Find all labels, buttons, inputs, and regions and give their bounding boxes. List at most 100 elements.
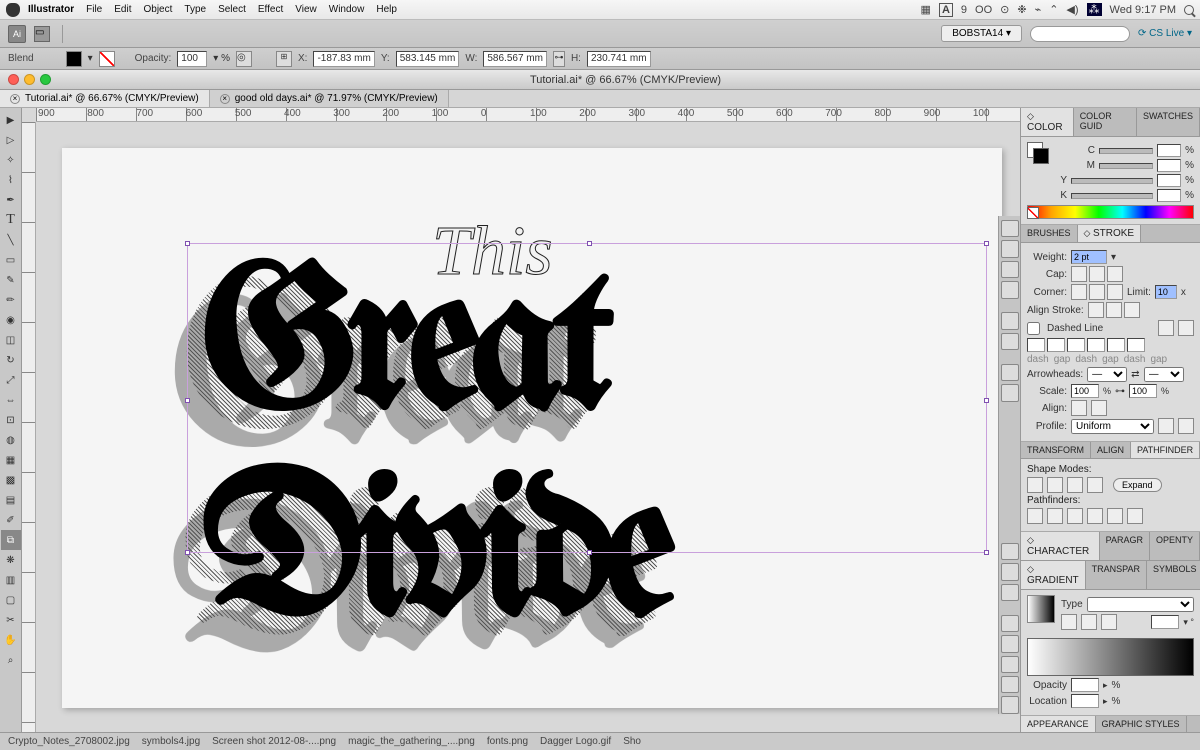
- tab-gradient[interactable]: ◇ GRADIENT: [1021, 561, 1086, 589]
- flip-icon[interactable]: [1158, 418, 1174, 434]
- c-value[interactable]: [1157, 144, 1181, 157]
- stroke-grad-icon[interactable]: [1081, 614, 1097, 630]
- perspective-tool-icon[interactable]: ▦: [1, 450, 21, 470]
- link-icon[interactable]: ⊶: [1115, 386, 1125, 397]
- paintbrush-tool-icon[interactable]: ✎: [1, 270, 21, 290]
- direct-selection-tool-icon[interactable]: ▷: [1, 130, 21, 150]
- stop-location[interactable]: [1071, 694, 1099, 708]
- constrain-icon[interactable]: ⊶: [553, 51, 565, 67]
- corner-miter-icon[interactable]: [1071, 284, 1087, 300]
- pen-tool-icon[interactable]: ✒: [1, 190, 21, 210]
- pencil-tool-icon[interactable]: ✏: [1, 290, 21, 310]
- taskbar-item[interactable]: magic_the_gathering_....png: [348, 736, 475, 747]
- dock-icon[interactable]: [1001, 635, 1019, 652]
- dock-icon[interactable]: [1001, 281, 1019, 298]
- trim-icon[interactable]: [1047, 508, 1063, 524]
- y-slider[interactable]: [1071, 178, 1153, 184]
- cap-square-icon[interactable]: [1107, 266, 1123, 282]
- w-field[interactable]: 586.567 mm: [483, 51, 547, 67]
- column-graph-tool-icon[interactable]: ▥: [1, 570, 21, 590]
- tab-swatches[interactable]: SWATCHES: [1137, 108, 1200, 136]
- menu-select[interactable]: Select: [218, 4, 246, 15]
- taskbar-item[interactable]: Screen shot 2012-08-....png: [212, 736, 336, 747]
- dash-align-icon[interactable]: [1178, 320, 1194, 336]
- intersect-icon[interactable]: [1067, 477, 1083, 493]
- dock-icon[interactable]: [1001, 696, 1019, 713]
- y-value[interactable]: [1157, 174, 1181, 187]
- rectangle-tool-icon[interactable]: ▭: [1, 250, 21, 270]
- dock-icon[interactable]: [1001, 261, 1019, 278]
- gradient-ramp[interactable]: [1027, 638, 1194, 676]
- tab-character[interactable]: ◇ CHARACTER: [1021, 532, 1100, 560]
- expand-button[interactable]: Expand: [1113, 478, 1162, 492]
- flag-icon[interactable]: ⁂: [1087, 3, 1102, 16]
- align-center-icon[interactable]: [1088, 302, 1104, 318]
- color-spectrum[interactable]: [1027, 205, 1194, 219]
- menu-help[interactable]: Help: [376, 4, 397, 15]
- swap-arrows-icon[interactable]: ⇄: [1131, 369, 1139, 380]
- tray-icon[interactable]: A: [939, 3, 953, 17]
- tab-paragraph[interactable]: PARAGR: [1100, 532, 1150, 560]
- menu-edit[interactable]: Edit: [114, 4, 131, 15]
- tab-brushes[interactable]: BRUSHES: [1021, 225, 1078, 242]
- c-slider[interactable]: [1099, 148, 1153, 154]
- arrow-align-icon[interactable]: [1091, 400, 1107, 416]
- dock-icon[interactable]: [1001, 543, 1019, 560]
- stop-opacity[interactable]: [1071, 678, 1099, 692]
- workspace-switcher[interactable]: BOBSTA14 ▾: [941, 25, 1022, 42]
- menu-window[interactable]: Window: [329, 4, 365, 15]
- stroke-none[interactable]: [99, 51, 115, 67]
- free-transform-tool-icon[interactable]: ⊡: [1, 410, 21, 430]
- weight-field[interactable]: [1071, 250, 1107, 264]
- tab-color[interactable]: ◇ COLOR: [1021, 108, 1074, 136]
- weight-stepper[interactable]: ▾: [1111, 252, 1116, 263]
- tab-appearance[interactable]: APPEARANCE: [1021, 716, 1096, 732]
- tab-transparency[interactable]: TRANSPAR: [1086, 561, 1147, 589]
- selection-tool-icon[interactable]: ▶: [1, 110, 21, 130]
- unite-icon[interactable]: [1027, 477, 1043, 493]
- m-slider[interactable]: [1099, 163, 1153, 169]
- ruler-vertical[interactable]: [22, 122, 36, 732]
- y-field[interactable]: 583.145 mm: [396, 51, 460, 67]
- line-tool-icon[interactable]: ╲: [1, 230, 21, 250]
- arrow-scale1[interactable]: [1071, 384, 1099, 398]
- spotlight-icon[interactable]: [1184, 5, 1194, 15]
- tab-stroke[interactable]: ◇ STROKE: [1078, 225, 1142, 242]
- tray-icon[interactable]: 9: [961, 4, 967, 16]
- tray-icon[interactable]: ⊙: [1000, 3, 1009, 16]
- zoom-window-button[interactable]: [40, 74, 51, 85]
- minimize-window-button[interactable]: [24, 74, 35, 85]
- k-slider[interactable]: [1071, 193, 1153, 199]
- scale-tool-icon[interactable]: ⤢: [1, 370, 21, 390]
- symbol-sprayer-tool-icon[interactable]: ❋: [1, 550, 21, 570]
- wifi-icon[interactable]: ⌃: [1049, 3, 1058, 16]
- artboard-tool-icon[interactable]: ▢: [1, 590, 21, 610]
- tab-graphic-styles[interactable]: GRAPHIC STYLES: [1096, 716, 1187, 732]
- search-field[interactable]: [1030, 26, 1130, 42]
- dock-icon[interactable]: [1001, 656, 1019, 673]
- tray-icon[interactable]: OO: [975, 4, 992, 16]
- dock-icon[interactable]: [1001, 384, 1019, 401]
- apple-menu-icon[interactable]: [6, 3, 20, 17]
- limit-field[interactable]: [1155, 285, 1177, 299]
- tab-symbols[interactable]: SYMBOLS: [1147, 561, 1200, 589]
- minus-back-icon[interactable]: [1127, 508, 1143, 524]
- slice-tool-icon[interactable]: ✂: [1, 610, 21, 630]
- crop-icon[interactable]: [1087, 508, 1103, 524]
- arrow-scale2[interactable]: [1129, 384, 1157, 398]
- tab-align[interactable]: ALIGN: [1091, 442, 1131, 458]
- h-field[interactable]: 230.741 mm: [587, 51, 651, 67]
- cs-live-button[interactable]: ⟳ CS Live ▾: [1138, 28, 1192, 39]
- dock-icon[interactable]: [1001, 615, 1019, 632]
- opacity-field[interactable]: 100: [177, 51, 207, 67]
- taskbar-item[interactable]: Crypto_Notes_2708002.jpg: [8, 736, 130, 747]
- clock[interactable]: Wed 9:17 PM: [1110, 4, 1176, 16]
- taskbar-item[interactable]: symbols4.jpg: [142, 736, 200, 747]
- arrow-start[interactable]: —: [1087, 367, 1127, 382]
- blend-tool-icon[interactable]: ⧉: [1, 530, 21, 550]
- tab-opentype[interactable]: OPENTY: [1150, 532, 1200, 560]
- close-window-button[interactable]: [8, 74, 19, 85]
- k-value[interactable]: [1157, 189, 1181, 202]
- close-tab-icon[interactable]: ×: [10, 94, 20, 104]
- app-name[interactable]: Illustrator: [28, 4, 74, 15]
